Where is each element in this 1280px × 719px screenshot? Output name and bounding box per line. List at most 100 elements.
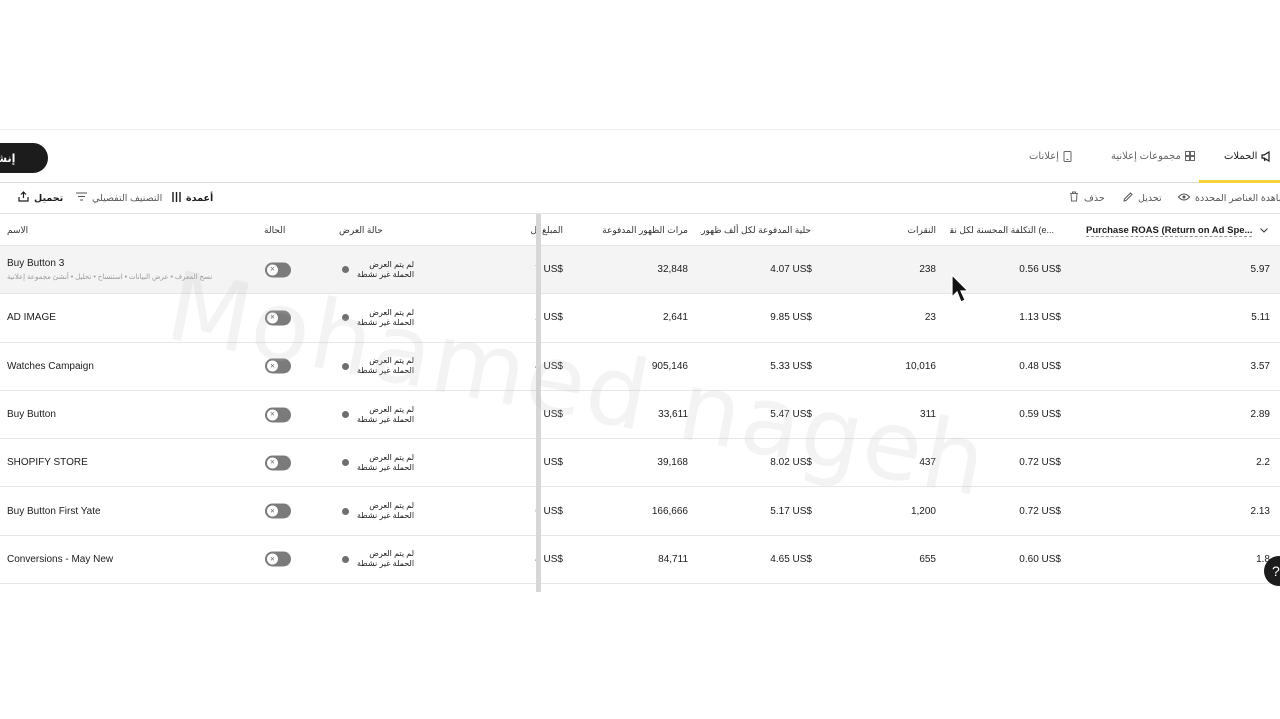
cpm-cell: 4.65 US$ (770, 553, 812, 565)
toggle-off-icon: × (267, 457, 278, 469)
create-button[interactable]: إنشاء + (0, 143, 48, 173)
edit-button[interactable]: تحديل (1123, 183, 1162, 213)
campaign-name[interactable]: Buy Button 3 (7, 258, 64, 269)
clicks-cell: 655 (919, 553, 936, 565)
header-roas[interactable]: Purchase ROAS (Return on Ad Spe... (1086, 214, 1256, 246)
delivery-line-1: لم يتم العرض (369, 501, 415, 511)
spend-cell: 2 US$ (535, 312, 563, 324)
cpm-cell: 5.33 US$ (770, 360, 812, 372)
delivery-line-2: الحملة غير نشطة (357, 317, 415, 327)
status-dot-icon (342, 411, 349, 419)
delivery-line-2: الحملة غير نشطة (357, 366, 415, 376)
spend-cell: 6 US$ (535, 505, 563, 517)
tab-ad-sets-label: مجموعات إعلانية (1111, 150, 1181, 162)
cpm-cell: 4.07 US$ (770, 264, 812, 276)
toolbar: تحميل التصنيف التفصيلي أعمدة حذف تحديل م… (0, 183, 1280, 214)
status-toggle[interactable]: × (265, 358, 291, 374)
header-clicks[interactable]: النقرات (860, 214, 936, 246)
delete-label: حذف (1084, 192, 1105, 204)
roas-cell: 2.13 (1250, 505, 1270, 517)
spend-cell: 1 US$ (535, 457, 563, 469)
roas-cell: 5.97 (1250, 264, 1270, 276)
status-toggle[interactable]: × (265, 503, 291, 519)
spend-cell: 7 US$ (535, 264, 563, 276)
toggle-off-icon: × (267, 264, 278, 276)
tab-campaigns[interactable]: الحملات (1224, 130, 1273, 182)
table-row[interactable]: AD IMAGE × لم يتم العرض الحملة غير نشطة … (0, 294, 1280, 343)
cpc-cell: 0.59 US$ (1019, 409, 1061, 421)
roas-cell: 2.2 (1256, 457, 1270, 469)
row-actions[interactable]: نسخ المعرف • عرض البيانات • استنساخ • تح… (7, 273, 212, 281)
roas-cell: 2.89 (1250, 409, 1270, 421)
table-row[interactable]: Watches Campaign × لم يتم العرض الحملة غ… (0, 343, 1280, 391)
sort-chevron-icon[interactable] (1260, 214, 1272, 246)
delivery-line-1: لم يتم العرض (369, 259, 415, 269)
mouse-cursor-icon (951, 273, 971, 309)
impressions-cell: 32,848 (657, 264, 688, 276)
campaign-name[interactable]: Conversions - May New (7, 554, 113, 565)
phone-icon (1063, 150, 1072, 162)
edit-label: تحديل (1138, 192, 1162, 204)
tab-ads-label: إعلانات (1029, 150, 1059, 162)
roas-cell: 3.57 (1250, 360, 1270, 372)
impressions-cell: 84,711 (658, 553, 688, 565)
view-selected-label: مشاهدة العناصر المحددة (1195, 192, 1280, 204)
header-spend[interactable]: المبلغ ال (500, 214, 563, 246)
delivery-line-2: الحملة غير نشطة (357, 269, 415, 279)
tab-ad-sets[interactable]: مجموعات إعلانية (1111, 130, 1195, 182)
view-selected-button[interactable]: مشاهدة العناصر المحددة (1177, 183, 1280, 213)
campaign-name[interactable]: AD IMAGE (7, 312, 56, 323)
table-row[interactable]: SHOPIFY STORE × لم يتم العرض الحملة غير … (0, 439, 1280, 488)
toggle-off-icon: × (267, 312, 278, 324)
campaign-name[interactable]: SHOPIFY STORE (7, 457, 88, 468)
tab-ads[interactable]: إعلانات (1029, 130, 1072, 182)
breakdown-button[interactable]: التصنيف التفصيلي (76, 183, 162, 213)
spend-cell: 1 US$ (535, 409, 563, 421)
header-cpc[interactable]: التكلفة المحسنة لكل نقرة (e... (950, 214, 1054, 246)
status-toggle[interactable]: × (265, 407, 291, 423)
upload-icon (18, 191, 29, 205)
toggle-off-icon: × (267, 360, 278, 372)
clicks-cell: 437 (919, 457, 936, 469)
toggle-off-icon: × (267, 409, 278, 421)
status-toggle[interactable]: × (265, 455, 291, 471)
header-impressions[interactable]: مرات الظهور المدفوعة (590, 214, 688, 246)
status-toggle[interactable]: × (265, 551, 291, 567)
impressions-cell: 39,168 (657, 457, 688, 469)
delete-button[interactable]: حذف (1069, 183, 1105, 213)
header-status[interactable]: الحالة (264, 214, 304, 246)
frozen-column-divider[interactable] (536, 214, 541, 592)
cpc-cell: 0.56 US$ (1019, 264, 1061, 276)
campaign-name[interactable]: Watches Campaign (7, 361, 94, 372)
delivery-line-2: الحملة غير نشطة (357, 414, 415, 424)
megaphone-icon (1261, 150, 1273, 162)
table-row[interactable]: Buy Button × لم يتم العرض الحملة غير نشط… (0, 391, 1280, 440)
status-toggle[interactable]: × (265, 262, 291, 278)
clicks-cell: 1,200 (910, 505, 936, 517)
cpc-cell: 0.72 US$ (1019, 457, 1061, 469)
columns-button[interactable]: أعمدة (172, 183, 213, 213)
delivery-line-1: لم يتم العرض (369, 356, 415, 366)
table-row[interactable]: Buy Button First Yate × لم يتم العرض الح… (0, 487, 1280, 536)
header-cpm[interactable]: ...حلية المدفوعة لكل ألف ظهور (700, 214, 811, 246)
delivery-line-2: الحملة غير نشطة (357, 462, 415, 472)
cpc-cell: 0.48 US$ (1019, 360, 1061, 372)
delivery-line-2: الحملة غير نشطة (357, 511, 415, 521)
campaign-name[interactable]: Buy Button First Yate (7, 506, 101, 517)
campaign-name-cell: Conversions - May New (7, 536, 247, 583)
status-dot-icon (342, 314, 349, 322)
header-name[interactable]: الاسم (7, 214, 67, 246)
status-toggle[interactable]: × (265, 310, 291, 326)
spend-cell: 4 US$ (535, 553, 563, 565)
breakdown-label: التصنيف التفصيلي (92, 192, 163, 204)
help-icon: ? (1272, 563, 1280, 579)
table-row[interactable]: Conversions - May New × لم يتم العرض الح… (0, 536, 1280, 585)
delivery-status: لم يتم العرض الحملة غير نشطة (342, 356, 414, 376)
tab-campaigns-label: الحملات (1224, 150, 1258, 162)
header-delivery[interactable]: حالة العرض (339, 214, 399, 246)
export-button[interactable]: تحميل (18, 183, 63, 213)
table-row[interactable]: Buy Button 3 نسخ المعرف • عرض البيانات •… (0, 246, 1280, 295)
cpm-cell: 9.85 US$ (770, 312, 812, 324)
campaign-name-cell: SHOPIFY STORE (7, 439, 247, 486)
campaign-name[interactable]: Buy Button (7, 409, 56, 420)
